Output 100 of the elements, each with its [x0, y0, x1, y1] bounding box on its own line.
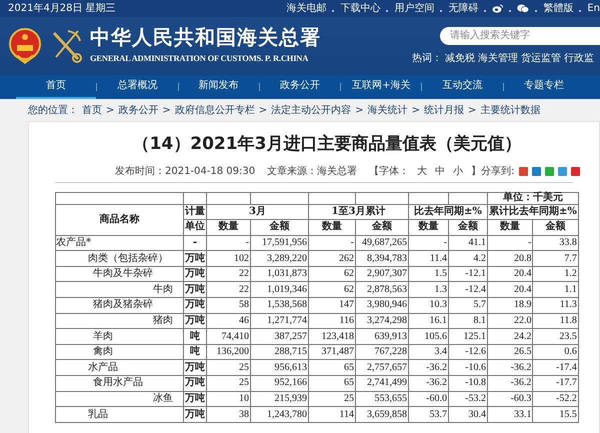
font-size-label: 【字体：	[369, 164, 410, 178]
table-cell: 3,659,858	[356, 406, 408, 422]
nav-tab[interactable]: 专题专栏	[504, 75, 584, 99]
hot-word-link[interactable]: 减免税	[445, 50, 475, 66]
table-cell: -36.2	[408, 360, 448, 376]
column-header: 金额	[356, 220, 408, 236]
top-link[interactable]: 海关电邮	[286, 1, 326, 16]
table-cell: -60.3	[488, 391, 533, 407]
table-cell: -	[308, 235, 356, 251]
nav-tab[interactable]: 互联网+海关	[341, 75, 422, 99]
table-cell: 74,410	[206, 328, 250, 344]
column-header: 3月	[206, 204, 308, 220]
table-cell: 58	[206, 298, 250, 314]
table-cell: 952,166	[250, 376, 308, 392]
table-cell: 肉类（包括杂碎）	[56, 250, 184, 266]
breadcrumb-separator: >	[106, 104, 114, 118]
top-link[interactable]: En	[587, 1, 600, 16]
nav-tab[interactable]: 新闻发布	[178, 75, 259, 99]
table-cell: 22.0	[488, 313, 533, 329]
table-cell: 20.8	[488, 250, 533, 266]
table-cell: 万吨	[184, 282, 206, 298]
table-cell: 65	[308, 360, 356, 376]
table-cell: -	[408, 235, 448, 251]
table-cell: 215,939	[250, 391, 308, 407]
table-cell: 62	[308, 282, 356, 298]
column-header: 商品名称	[56, 204, 184, 236]
table-cell: 1.5	[408, 266, 448, 282]
table-cell: 3,274,298	[356, 313, 408, 329]
table-cell: 114	[308, 406, 356, 422]
share-icon[interactable]	[570, 166, 580, 176]
breadcrumb-link[interactable]: 主要统计数据	[480, 103, 540, 121]
nav-tab[interactable]: 总署概况	[97, 75, 178, 99]
top-link[interactable]: 下载中心	[340, 1, 380, 16]
table-cell: 乳品	[56, 406, 184, 422]
table-cell: 123,418	[308, 328, 356, 344]
table-cell: 11.4	[408, 250, 448, 266]
search-field[interactable]: 请输入搜索关键字	[440, 26, 600, 44]
table-cell: 羊肉	[56, 328, 184, 344]
column-header: 数量	[488, 220, 533, 236]
share-icon[interactable]	[518, 166, 528, 176]
table-cell: -52.2	[532, 391, 578, 407]
weibo-icon[interactable]	[492, 4, 504, 13]
table-cell: 10.3	[408, 298, 448, 314]
breadcrumb-link[interactable]: 海关统计	[368, 103, 408, 121]
hot-word-link[interactable]: 货运监管	[521, 50, 561, 66]
breadcrumb-link[interactable]: 政务公开	[118, 103, 158, 121]
nav-tab[interactable]: 首页	[16, 75, 96, 99]
table-cell: -12.1	[448, 266, 488, 282]
nav-tab[interactable]: 互动交流	[422, 75, 503, 99]
top-link[interactable]: 用户空间	[394, 1, 434, 16]
top-link[interactable]: 无障碍	[448, 1, 478, 16]
breadcrumb-separator: >	[258, 104, 268, 118]
bracket-text: 】	[471, 164, 482, 178]
column-header: 累计比去年同期±%	[488, 204, 578, 220]
table-cell: -36.2	[488, 360, 533, 376]
hot-word-link[interactable]: 海关管理	[478, 50, 518, 66]
table-cell: 22	[206, 266, 250, 282]
table-cell: 3.4	[408, 344, 448, 360]
font-size-link[interactable]: 中	[435, 164, 446, 178]
share-label: 分享到:	[481, 164, 514, 178]
font-size-link[interactable]: 小	[453, 164, 464, 178]
hot-words-label: 热词：	[412, 52, 442, 66]
top-link[interactable]: 繁體版	[543, 1, 574, 16]
column-header: 数量	[408, 220, 448, 236]
table-cell: 102	[206, 250, 250, 266]
table-cell: 万吨	[184, 376, 206, 392]
share-icon[interactable]	[558, 166, 566, 176]
hot-word-link[interactable]: 行政监	[564, 50, 594, 66]
article-source: 文章来源：海关总署	[267, 164, 358, 178]
table-cell: -36.2	[408, 376, 448, 392]
column-header: 金额	[532, 220, 578, 236]
table-cell: 25	[308, 391, 356, 407]
table-cell: 7.7	[532, 250, 578, 266]
breadcrumb-link[interactable]: 政府信息公开专栏	[174, 103, 255, 121]
table-cell: 吨	[184, 344, 206, 360]
share-icon[interactable]	[544, 166, 554, 176]
table-cell: 116	[308, 313, 356, 329]
breadcrumb-link[interactable]: 首页	[82, 103, 102, 121]
table-cell: 5.7	[448, 298, 488, 314]
table-cell: 1.1	[532, 282, 578, 298]
table-cell: 1,538,568	[250, 298, 308, 314]
table-cell: 0.6	[532, 344, 578, 360]
breadcrumb-link[interactable]: 统计月报	[424, 103, 464, 121]
table-cell: 49,687,265	[356, 235, 408, 251]
table-cell: 1.2	[532, 266, 578, 282]
wechat-icon[interactable]	[517, 4, 530, 13]
breadcrumb-separator: >	[412, 104, 420, 118]
share-icon[interactable]	[532, 166, 540, 176]
table-cell: 4.2	[448, 250, 488, 266]
unit-note: 单位：千美元	[488, 192, 578, 204]
table-cell: 26.5	[488, 344, 533, 360]
column-header: 金额	[250, 220, 308, 236]
table-cell: 1.3	[408, 282, 448, 298]
table-cell: 65	[308, 376, 356, 392]
table-cell: 8.1	[448, 313, 488, 329]
nav-tab[interactable]: 政务公开	[260, 75, 340, 99]
table-cell: 食用水产品	[56, 376, 184, 392]
breadcrumb-link[interactable]: 法定主动公开内容	[271, 103, 352, 121]
font-size-link[interactable]: 大	[417, 164, 428, 178]
table-cell: -17.7	[532, 376, 578, 392]
